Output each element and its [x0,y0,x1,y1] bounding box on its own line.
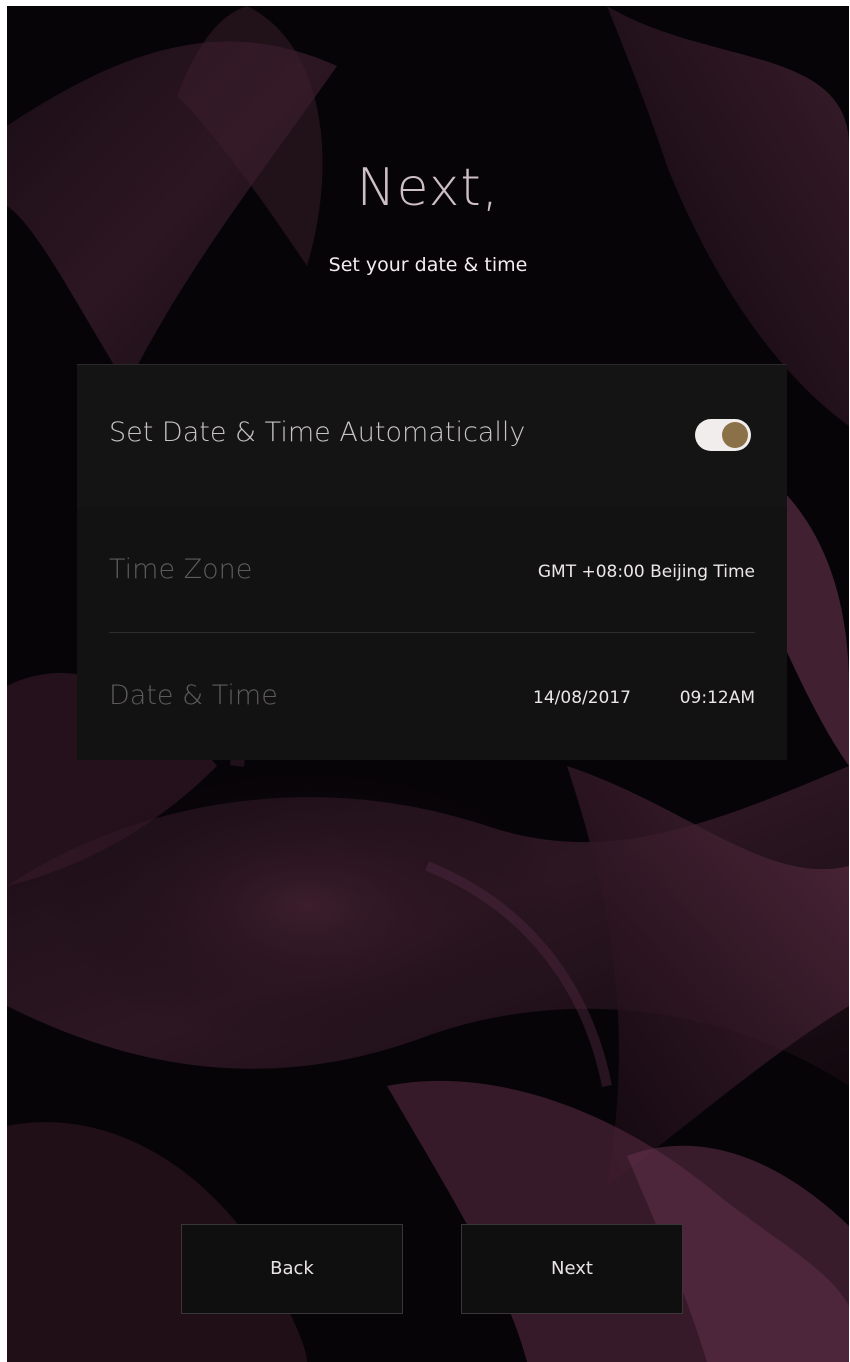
auto-date-time-toggle[interactable] [695,419,751,451]
time-zone-row[interactable]: Time Zone GMT +08:00 Beijing Time [77,506,787,633]
toggle-knob [722,422,748,448]
auto-date-time-label: Set Date & Time Automatically [109,417,526,448]
auto-date-time-row[interactable]: Set Date & Time Automatically [77,364,787,507]
date-value: 14/08/2017 [533,688,631,708]
time-value: 09:12AM [679,688,755,708]
time-zone-label: Time Zone [109,554,253,585]
next-button[interactable]: Next [461,1224,683,1314]
back-button[interactable]: Back [181,1224,403,1314]
date-time-settings-panel: Set Date & Time Automatically Time Zone … [77,364,787,760]
page-title: Next, [356,158,500,218]
page-subtitle: Set your date & time [328,254,528,276]
time-zone-value: GMT +08:00 Beijing Time [537,562,755,582]
setup-screen: Next, Set your date & time Set Date & Ti… [7,6,849,1362]
date-time-row[interactable]: Date & Time 14/08/2017 09:12AM [77,632,787,758]
date-time-label: Date & Time [109,680,278,711]
